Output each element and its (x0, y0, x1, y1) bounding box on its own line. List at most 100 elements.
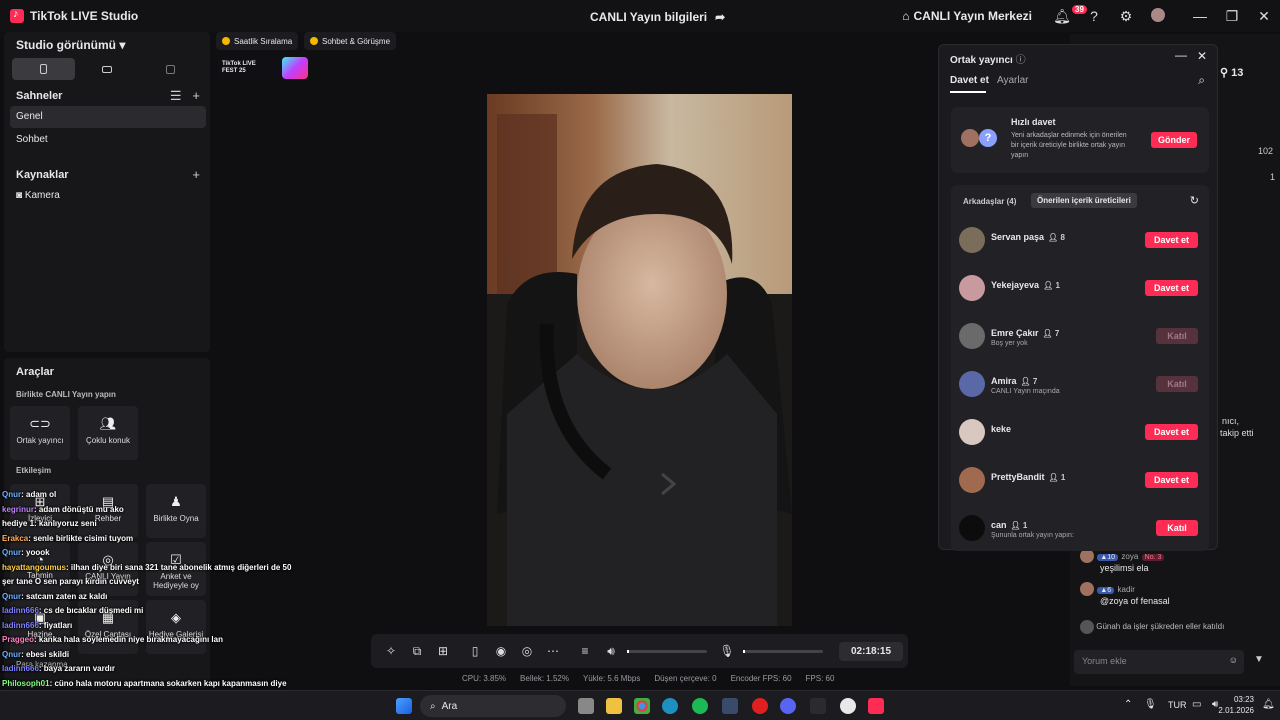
friend-status: Boş yer yok (991, 340, 1028, 347)
chat-message: hayattangoumus: ilhan diye biri sana 321… (2, 561, 312, 576)
chat-text: : fiyatları (38, 620, 73, 630)
cpu-stat: CPU: 3.85% (462, 674, 507, 683)
share-icon: ➦ (715, 10, 726, 24)
discord-icon[interactable] (780, 698, 796, 714)
phone-icon[interactable]: ▯ (463, 644, 487, 658)
mic-icon[interactable]: 🎙︎ (1144, 699, 1157, 710)
join-button[interactable]: Katıl (1156, 520, 1198, 536)
camera-effects-icon[interactable]: ◎ (515, 644, 539, 658)
live-fest-badge: TikTok LIVE FEST 25 (218, 56, 310, 80)
tab-settings[interactable]: Ayarlar (997, 75, 1029, 86)
chat-text: O sen parayı kırdın cuvveyt (32, 577, 139, 586)
add-source-icon[interactable]: ⊞ (431, 644, 455, 658)
volume-slider[interactable] (627, 649, 707, 653)
home-icon: ⌂ (902, 9, 910, 23)
more-icon[interactable]: ⋯ (541, 644, 565, 658)
file-explorer-icon[interactable] (606, 698, 622, 714)
minimize-modal-button[interactable]: — (1175, 48, 1187, 62)
steam-icon[interactable] (722, 698, 738, 714)
opera-icon[interactable] (752, 698, 768, 714)
tab-invite[interactable]: Davet et (950, 75, 989, 86)
multi-guest-tool[interactable]: 👥︎ Çoklu konuk (78, 406, 138, 460)
tiktok-logo-icon (10, 8, 24, 23)
interaction-section-title: Etkileşim (16, 466, 52, 475)
scene-genel[interactable]: Genel (10, 106, 206, 128)
invite-button[interactable]: Davet et (1145, 232, 1198, 248)
taskbar: ⌕ Ara ⌃ 🎙︎ TUR ▭ 🔊︎ 03:23 2.01.2026 🔔︎ (0, 690, 1280, 720)
speaker-icon[interactable]: 🔊︎ (599, 644, 623, 659)
avatar (959, 371, 985, 397)
quick-invite-title: Hızlı davet (1011, 117, 1056, 127)
task-view-icon[interactable] (578, 698, 594, 714)
quick-invite-desc: Yeni arkadaşlar edinmek için önerilen bi… (1011, 132, 1127, 159)
chat-text: 1: kanlıyoruz seni (27, 519, 97, 528)
studio-view-dropdown[interactable]: Studio görünümü ▾ (16, 38, 125, 52)
avatar[interactable] (1142, 7, 1174, 25)
app-icon[interactable] (810, 698, 826, 714)
gear-icon[interactable]: ⚙ (1110, 8, 1142, 25)
join-button[interactable]: Katıl (1156, 376, 1198, 392)
tab-friends[interactable]: Arkadaşlar (4) (963, 197, 1016, 206)
windows-start-icon[interactable] (396, 698, 412, 714)
mixer-icon[interactable]: ≡ (573, 644, 597, 658)
filter-icon[interactable]: ▼ (1254, 654, 1264, 665)
hourly-ranking-chip[interactable]: Saatlik Sıralama (216, 32, 299, 50)
chat-text: : adam dönüştü mu ako (34, 504, 124, 514)
close-modal-button[interactable]: ✕ (1197, 49, 1207, 63)
studio-panel: Studio görünümü ▾ Sahneler ☰ + Genel Soh… (4, 32, 210, 352)
tab-suggested[interactable]: Önerilen içerik üreticileri (1031, 193, 1137, 208)
source-camera[interactable]: ◙ Kamera (10, 185, 206, 207)
layout-icon[interactable]: ⧉ (405, 644, 429, 659)
active-tab-indicator (950, 91, 986, 93)
add-scene-icon[interactable]: + (192, 88, 200, 103)
tiktok-studio-icon[interactable] (868, 698, 884, 714)
chevron-up-icon[interactable]: ⌃ (1124, 699, 1132, 710)
edge-icon[interactable] (662, 698, 678, 714)
notifications-icon[interactable]: 🔔︎ (1262, 699, 1275, 710)
refresh-icon[interactable]: ↻ (1190, 194, 1199, 207)
spotify-icon[interactable] (692, 698, 708, 714)
invite-button[interactable]: Davet et (1145, 472, 1198, 488)
obs-icon[interactable] (840, 698, 856, 714)
minimize-button[interactable]: — (1184, 8, 1216, 24)
emoji-icon[interactable]: ☺ (1229, 655, 1238, 665)
join-button[interactable]: Katıl (1156, 328, 1198, 344)
live-center-link[interactable]: ⌂ CANLI Yayın Merkezi (902, 9, 1032, 23)
live-info-link[interactable]: CANLI Yayın bilgileri ➦ (590, 10, 725, 24)
magic-icon[interactable]: ✧ (379, 644, 403, 658)
chat-meeting-chip[interactable]: Sohbet & Görüşme (304, 32, 397, 50)
mic-slider[interactable] (743, 649, 823, 653)
clock-time[interactable]: 03:23 (1220, 695, 1254, 704)
send-button[interactable]: Gönder (1151, 132, 1197, 148)
app-title: TikTok LIVE Studio (30, 9, 139, 23)
taskbar-search[interactable]: ⌕ Ara (420, 695, 566, 717)
landscape-view-tab[interactable] (75, 58, 138, 80)
camera-icon: ◙ (16, 190, 23, 201)
record-icon[interactable]: ◉ (489, 644, 513, 658)
invite-button[interactable]: Davet et (1145, 424, 1198, 440)
chat-username: Qnur (2, 548, 22, 557)
chat-message: hediye 1: kanlıyoruz seni (2, 517, 312, 532)
language-indicator[interactable]: TUR (1168, 700, 1187, 710)
modal-title: Ortak yayıncı ⓘ (950, 55, 1026, 66)
close-button[interactable]: ✕ (1248, 8, 1280, 25)
list-icon[interactable]: ☰ (170, 88, 182, 103)
network-icon[interactable]: ▭ (1192, 699, 1201, 710)
portrait-view-tab[interactable] (12, 58, 76, 80)
invite-button[interactable]: Davet et (1145, 280, 1198, 296)
chrome-icon[interactable] (634, 698, 650, 714)
clock-date[interactable]: 2.01.2026 (1206, 706, 1254, 715)
search-icon: ⌕ (430, 700, 436, 712)
sources-title: Kaynaklar (16, 169, 69, 181)
scene-sohbet[interactable]: Sohbet (10, 129, 206, 151)
maximize-button[interactable]: ❐ (1216, 8, 1248, 25)
comment-input[interactable]: Yorum ekle ☺ (1074, 650, 1244, 674)
friend-row: Servan paşa 👤︎ 8 Davet et (959, 227, 1199, 257)
chat-username: Qnur (2, 649, 22, 659)
add-source-icon[interactable]: + (192, 167, 200, 182)
cohost-tool[interactable]: ⊂⊃ Ortak yayıncı (10, 406, 70, 460)
search-icon[interactable]: ⌕ (1198, 73, 1205, 88)
chat-username: Qnur (2, 490, 22, 499)
dual-view-tab[interactable] (139, 58, 202, 80)
mic-icon[interactable]: 🎙︎ (715, 644, 739, 658)
